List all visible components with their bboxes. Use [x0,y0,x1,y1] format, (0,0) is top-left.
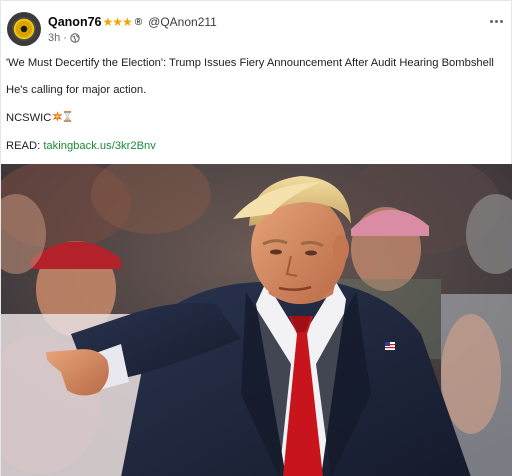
hashtag-text: NCSWIC [6,112,52,124]
post-line-3: NCSWIC [6,111,72,125]
author-handle[interactable]: @QAnon211 [148,15,217,29]
post-time[interactable]: 3h [48,32,60,44]
collision-emoji-icon [52,111,63,122]
meta-separator: · [63,32,67,44]
post-read-line: READ: takingback.us/3kr2Bnv [6,139,156,153]
post-headline: 'We Must Decertify the Election': Trump … [6,57,494,69]
post-line-2: He's calling for major action. [6,84,147,96]
author-row: Qanon76 ★★★ ® @QAnon211 [48,14,217,30]
post-header: Qanon76 ★★★ ® @QAnon211 3h · [1,1,512,49]
article-link[interactable]: takingback.us/3kr2Bnv [43,140,156,152]
avatar[interactable] [7,12,41,46]
registered-mark: ® [134,16,143,28]
author-name[interactable]: Qanon76 [48,15,102,29]
read-label: READ: [6,140,41,152]
post-meta: 3h · [48,32,80,44]
globe-icon [70,33,80,43]
trump-pointing-photo [1,164,512,476]
hourglass-emoji-icon [64,111,72,122]
post-card: Qanon76 ★★★ ® @QAnon211 3h · 'We Must De… [0,0,512,476]
post-photo[interactable] [1,164,512,476]
more-options-icon[interactable] [485,12,507,30]
star-badge-icon: ★★★ [102,15,133,29]
